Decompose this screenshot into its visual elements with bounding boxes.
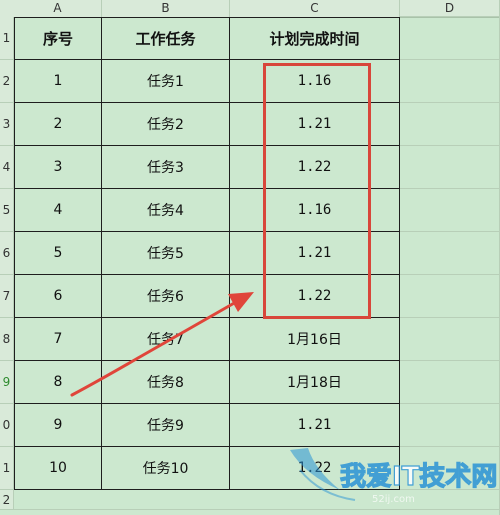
- cell-task[interactable]: 任务9: [102, 404, 230, 447]
- row-header[interactable]: 2: [0, 490, 14, 510]
- cell-number[interactable]: 9: [14, 404, 102, 447]
- cell-planned-date[interactable]: 1.16: [230, 189, 400, 232]
- row-header[interactable]: 5: [0, 189, 14, 232]
- gridline: [400, 16, 500, 17]
- gridline: [400, 274, 500, 275]
- row-header[interactable]: 6: [0, 232, 14, 275]
- cell-task[interactable]: 任务3: [102, 146, 230, 189]
- cell-number[interactable]: 6: [14, 275, 102, 318]
- cell-planned-date[interactable]: 1月16日: [230, 318, 400, 361]
- cell-task[interactable]: 任务8: [102, 361, 230, 404]
- table-header-cell[interactable]: 计划完成时间: [230, 17, 400, 60]
- cell-planned-date[interactable]: 1月18日: [230, 361, 400, 404]
- cell-task[interactable]: 任务1: [102, 60, 230, 103]
- cell-number[interactable]: 7: [14, 318, 102, 361]
- gridline: [230, 509, 400, 510]
- cell-task[interactable]: 任务10: [102, 447, 230, 490]
- gridline: [400, 145, 500, 146]
- spreadsheet: ABCD 123456789012 序号 工作任务 计划完成时间 1 任务1 1.16 2 任…: [0, 0, 500, 515]
- cell-planned-date[interactable]: 1.21: [230, 103, 400, 146]
- cell-task[interactable]: 任务5: [102, 232, 230, 275]
- gridline: [400, 509, 500, 510]
- gridline: [102, 509, 230, 510]
- gridline: [400, 446, 500, 447]
- gridline: [14, 509, 102, 510]
- table-header-cell[interactable]: 序号: [14, 17, 102, 60]
- table-header-cell[interactable]: 工作任务: [102, 17, 230, 60]
- row-header[interactable]: 1: [0, 17, 14, 60]
- column-header-a[interactable]: A: [14, 0, 102, 17]
- cell-planned-date[interactable]: 1.22: [230, 447, 400, 490]
- column-header-c[interactable]: C: [230, 0, 400, 17]
- row-header[interactable]: 8: [0, 318, 14, 361]
- cell-number[interactable]: 3: [14, 146, 102, 189]
- row-header[interactable]: 1: [0, 447, 14, 490]
- column-header-b[interactable]: B: [102, 0, 230, 17]
- cell-planned-date[interactable]: 1.21: [230, 404, 400, 447]
- cell-planned-date[interactable]: 1.22: [230, 275, 400, 318]
- cell-number[interactable]: 8: [14, 361, 102, 404]
- cell-number[interactable]: 4: [14, 189, 102, 232]
- gridline: [400, 59, 500, 60]
- row-header[interactable]: 0: [0, 404, 14, 447]
- row-header[interactable]: 4: [0, 146, 14, 189]
- column-header-d[interactable]: D: [400, 0, 500, 17]
- cell-planned-date[interactable]: 1.16: [230, 60, 400, 103]
- gridline: [400, 231, 500, 232]
- cell-number[interactable]: 1: [14, 60, 102, 103]
- gridline: [400, 102, 500, 103]
- gridline: [400, 188, 500, 189]
- watermark-subtext: 52ij.com: [372, 494, 415, 505]
- cell-task[interactable]: 任务7: [102, 318, 230, 361]
- cell-task[interactable]: 任务6: [102, 275, 230, 318]
- cell-task[interactable]: 任务4: [102, 189, 230, 232]
- row-header[interactable]: 9: [0, 361, 14, 404]
- gridline: [400, 489, 500, 490]
- cell-number[interactable]: 10: [14, 447, 102, 490]
- cell-planned-date[interactable]: 1.22: [230, 146, 400, 189]
- cell-task[interactable]: 任务2: [102, 103, 230, 146]
- gridline: [400, 403, 500, 404]
- gridline: [400, 360, 500, 361]
- row-header[interactable]: 3: [0, 103, 14, 146]
- row-header[interactable]: 7: [0, 275, 14, 318]
- cell-number[interactable]: 5: [14, 232, 102, 275]
- cell-number[interactable]: 2: [14, 103, 102, 146]
- gridline: [400, 317, 500, 318]
- cell-planned-date[interactable]: 1.21: [230, 232, 400, 275]
- row-header[interactable]: 2: [0, 60, 14, 103]
